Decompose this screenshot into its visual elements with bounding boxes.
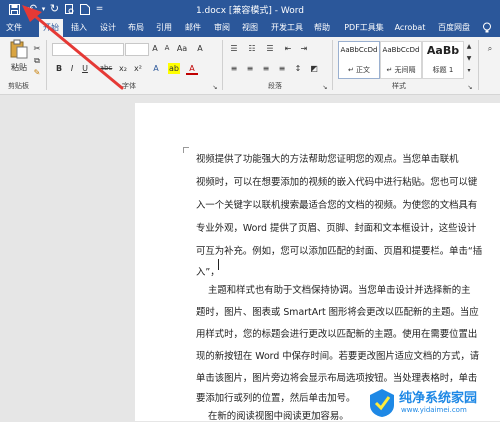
text-effects-icon[interactable]: A (150, 63, 162, 74)
underline-button[interactable]: U (80, 63, 90, 74)
decrease-indent-icon[interactable]: ⇤ (282, 43, 294, 54)
highlight-icon[interactable]: ab (168, 63, 180, 74)
text-line: 主题和样式也有助于文档保持协调。当您单击设计并选择新的主 (208, 285, 471, 296)
watermark-logo-icon (370, 389, 394, 417)
align-left-icon[interactable]: ≡ (228, 63, 240, 74)
superscript-button[interactable]: x² (132, 63, 144, 74)
bold-button[interactable]: B (54, 63, 64, 74)
text-line: 专业外观，Word 提供了页眉、页脚、封面和文本框设计，这些设计 (196, 223, 477, 234)
grow-font-icon[interactable]: A (150, 43, 160, 54)
text-line: 现的新按钮在 Word 中保存时间。若要更改图片适应文档的方式，请 (196, 351, 480, 362)
style-sample: AaBbCcDd (382, 46, 420, 54)
ribbon-tabs: 文件 开始 插入 设计 布局 引用 邮件 审阅 视图 开发工具 帮助 PDF工具… (0, 19, 500, 37)
separator (332, 40, 333, 90)
font-color-icon[interactable]: A (186, 63, 198, 75)
line-spacing-icon[interactable]: ↕ (292, 63, 304, 74)
tab-references[interactable]: 引用 (153, 19, 175, 37)
window-title: 1.docx [兼容模式] - Word (195, 6, 305, 16)
text-line: 题时，图片、图表或 SmartArt 图形将会更改以匹配新的主题。当应 (196, 307, 479, 318)
change-case-icon[interactable]: Aa (176, 43, 188, 54)
tab-design[interactable]: 设计 (97, 19, 119, 37)
text-line: 入一个关键字以联机搜索最适合您的文档的视频。为使您的文档具有 (196, 200, 478, 211)
title-bar: ↶ ▾ ↻ = 1.docx [兼容模式] - Word (0, 0, 500, 19)
style-normal[interactable]: AaBbCcDd ↵ 正文 (338, 41, 380, 79)
font-dialog-launcher-icon[interactable]: ↘ (212, 82, 218, 93)
editing-icon[interactable]: ⌕ (484, 43, 496, 54)
tab-baidu-netdisk[interactable]: 百度网盘 (434, 19, 474, 37)
text-line: 在新的阅读视图中阅读更加容易。 (208, 411, 349, 422)
watermark-name: 纯净系统家园 (399, 391, 478, 406)
multilevel-list-icon[interactable]: ☰ (264, 43, 276, 54)
tab-mailings[interactable]: 邮件 (182, 19, 204, 37)
shading-icon[interactable]: ◩ (308, 63, 320, 74)
separator (46, 40, 47, 90)
ribbon: 粘贴 ✂ ⧉ ✎ 剪贴板 A A Aa A B I U abc x₂ x² A … (0, 37, 500, 95)
lightbulb-icon[interactable] (478, 19, 496, 37)
tab-home[interactable]: 开始 (39, 19, 63, 37)
styles-dialog-launcher-icon[interactable]: ↘ (467, 82, 473, 93)
styles-group-label: 样式 (392, 82, 406, 90)
bullets-icon[interactable]: ☰ (228, 43, 240, 54)
numbering-icon[interactable]: ☷ (246, 43, 258, 54)
tab-acrobat[interactable]: Acrobat (391, 19, 429, 37)
style-name: ↵ 无间隔 (386, 66, 416, 74)
font-group-label: 字体 (122, 82, 136, 90)
style-name: 标题 1 (432, 66, 454, 74)
tab-developer[interactable]: 开发工具 (268, 19, 306, 37)
style-name: ↵ 正文 (347, 66, 371, 74)
align-center-icon[interactable]: ≡ (244, 63, 256, 74)
text-cursor (218, 259, 219, 270)
tab-pdf-tools[interactable]: PDF工具集 (341, 19, 387, 37)
font-name-box[interactable] (52, 43, 124, 56)
style-sample: AaBbCcDd (340, 46, 378, 54)
style-heading-1[interactable]: AaBb 标题 1 (422, 41, 464, 79)
format-painter-icon[interactable]: ✎ (33, 67, 41, 78)
clipboard-group-label: 剪贴板 (8, 82, 29, 90)
paragraph-dialog-launcher-icon[interactable]: ↘ (322, 82, 328, 93)
strikethrough-button[interactable]: abc (98, 63, 114, 74)
watermark: 纯净系统家园 www.yidaimei.com (365, 384, 500, 421)
margin-corner-mark (183, 147, 189, 153)
paste-label: 粘贴 (11, 63, 27, 72)
copy-icon[interactable]: ⧉ (33, 55, 41, 66)
increase-indent-icon[interactable]: ⇥ (298, 43, 310, 54)
tab-help[interactable]: 帮助 (311, 19, 333, 37)
text-line: 用样式时，您的标题会进行更改以匹配新的主题。使用在需要位置出 (196, 329, 478, 340)
shrink-font-icon[interactable]: A (162, 43, 172, 54)
align-right-icon[interactable]: ≡ (260, 63, 272, 74)
subscript-button[interactable]: x₂ (117, 63, 129, 74)
tab-view[interactable]: 视图 (239, 19, 261, 37)
tab-review[interactable]: 审阅 (211, 19, 233, 37)
text-line: 视频提供了功能强大的方法帮助您证明您的观点。当您单击联机 (196, 154, 459, 165)
paste-button[interactable]: 粘贴 (6, 39, 32, 79)
styles-scroll-down-icon[interactable]: ▼ (465, 53, 473, 64)
separator (222, 40, 223, 90)
paragraph-group-label: 段落 (268, 82, 282, 90)
style-sample: AaBb (426, 44, 460, 57)
justify-icon[interactable]: ≡ (276, 63, 288, 74)
styles-more-icon[interactable]: ▾ (465, 65, 473, 76)
styles-scroll-up-icon[interactable]: ▲ (465, 41, 473, 52)
separator (478, 40, 479, 90)
tab-insert[interactable]: 插入 (68, 19, 90, 37)
clear-format-icon[interactable]: A (194, 43, 206, 54)
font-size-box[interactable] (125, 43, 149, 56)
text-line: 要添加行或列的位置，然后单击加号。 (196, 393, 356, 404)
text-line: 视频时，可以在想要添加的视频的嵌入代码中进行粘贴。您也可以键 (196, 177, 478, 188)
style-no-spacing[interactable]: AaBbCcDd ↵ 无间隔 (380, 41, 422, 79)
tab-layout[interactable]: 布局 (125, 19, 147, 37)
italic-button[interactable]: I (67, 63, 77, 74)
paste-icon (10, 39, 28, 59)
text-line: 入”， (196, 267, 220, 278)
tab-file[interactable]: 文件 (2, 19, 26, 37)
watermark-url: www.yidaimei.com (401, 406, 467, 414)
text-line: 可互为补充。例如，您可以添加匹配的封面、页眉和提要栏。单击“插 (196, 246, 483, 257)
text-line: 单击该图片，图片旁边将会显示布局选项按钮。当处理表格时，单击 (196, 373, 478, 384)
cut-icon[interactable]: ✂ (33, 43, 41, 54)
